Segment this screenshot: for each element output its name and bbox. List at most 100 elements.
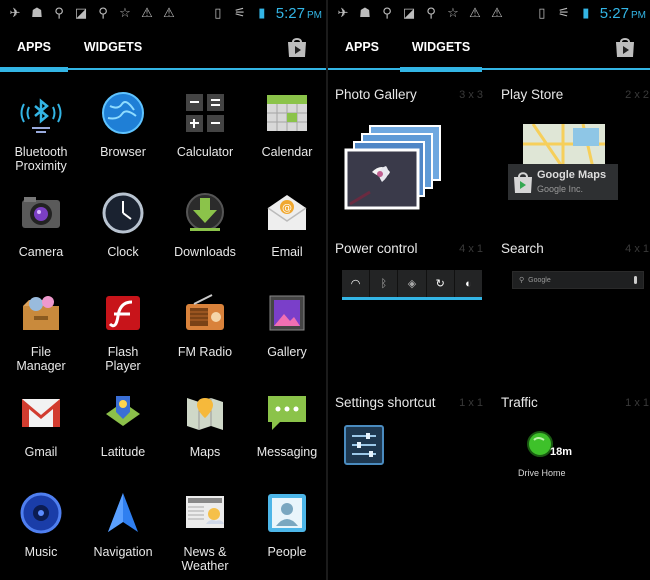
app-music[interactable]: Music xyxy=(0,480,82,576)
star-icon: ☆ xyxy=(447,5,459,20)
bluetooth-icon: ᛒ xyxy=(370,270,399,297)
app-bluetooth-proximity[interactable]: Bluetooth Proximity xyxy=(0,80,82,176)
mic-icon xyxy=(634,276,637,284)
app-news-weather[interactable]: News & Weather xyxy=(164,480,246,576)
app-camera[interactable]: Camera xyxy=(0,180,82,276)
play-store-icon[interactable] xyxy=(612,34,638,60)
app-calendar[interactable]: Calendar xyxy=(246,80,326,176)
settings-sliders-icon xyxy=(344,425,384,465)
app-browser[interactable]: Browser xyxy=(82,80,164,176)
app-clock[interactable]: Clock xyxy=(82,180,164,276)
power-control-bar: ◠ ᛒ ◈ ↻ ◐ xyxy=(342,270,482,300)
radio-icon xyxy=(186,294,224,330)
navigation-arrow-icon xyxy=(108,493,138,532)
widget-title: Search xyxy=(501,241,544,256)
email-icon: @ xyxy=(267,195,307,230)
download-notification-icon: ✈ xyxy=(9,5,21,20)
play-store-bag-icon xyxy=(514,172,532,193)
vibrate-icon: ▯ xyxy=(538,5,546,20)
usb-icon: ⚲ xyxy=(54,5,64,20)
status-bar: ✈ ☗ ⚲ ◪ ⚲ ☆ ⚠ ⚠ ▯ ⚟ ▮ 5:27 PM xyxy=(328,0,650,26)
app-label: Clock xyxy=(107,245,139,259)
messaging-icon xyxy=(268,396,306,430)
app-navigation[interactable]: Navigation xyxy=(82,480,164,576)
battery-icon: ▮ xyxy=(258,5,266,20)
app-label: Calculator xyxy=(176,145,234,159)
warning-icon: ⚠ xyxy=(163,5,175,20)
app-gmail[interactable]: Gmail xyxy=(0,380,82,476)
app-label: Calendar xyxy=(261,145,313,159)
gallery-icon xyxy=(269,295,305,331)
widget-title: Power control xyxy=(335,241,418,256)
app-flash-player[interactable]: Flash Player xyxy=(82,280,164,376)
latitude-icon xyxy=(106,396,140,426)
search-placeholder: Google xyxy=(528,276,551,284)
status-bar: ✈ ☗ ⚲ ◪ ⚲ ☆ ⚠ ⚠ ▯ ⚟ ▮ 5:27 PM xyxy=(0,0,326,26)
status-clock: 5:27 PM xyxy=(275,4,322,22)
app-label: Maps xyxy=(189,445,221,459)
photo-stack-icon xyxy=(344,125,441,210)
maps-preview-icon xyxy=(523,124,605,168)
tab-widgets[interactable]: WIDGETS xyxy=(72,26,154,70)
android-notification-icon: ☗ xyxy=(31,5,43,20)
music-icon xyxy=(20,492,62,534)
sim-icon: ◪ xyxy=(74,5,88,20)
app-label: Navigation xyxy=(93,545,153,559)
widgets-screen: ✈ ☗ ⚲ ◪ ⚲ ☆ ⚠ ⚠ ▯ ⚟ ▮ 5:27 PM APPS WIDGET… xyxy=(328,0,650,580)
flash-player-icon xyxy=(106,296,140,330)
app-label: Camera xyxy=(18,245,64,259)
app-label: Music xyxy=(24,545,58,559)
app-email[interactable]: @ Email xyxy=(246,180,326,276)
calculator-icon xyxy=(186,94,224,132)
usb-debug-icon: ⚲ xyxy=(426,5,436,20)
app-downloads[interactable]: Downloads xyxy=(164,180,246,276)
app-label: Downloads xyxy=(174,245,236,259)
usb-debug-icon: ⚲ xyxy=(98,5,108,20)
vibrate-icon: ▯ xyxy=(214,5,222,20)
app-calculator[interactable]: Calculator xyxy=(164,80,246,176)
widget-size: 3 x 3 xyxy=(459,89,483,101)
app-label: Bluetooth Proximity xyxy=(14,145,68,173)
gps-icon: ◈ xyxy=(398,270,427,297)
tab-apps[interactable]: APPS xyxy=(0,26,68,72)
people-icon xyxy=(268,494,306,532)
card-subtitle: Google Inc. xyxy=(537,184,584,194)
app-label: File Manager xyxy=(16,345,66,373)
app-fm-radio[interactable]: FM Radio xyxy=(164,280,246,376)
traffic-destination: Drive Home xyxy=(518,468,566,478)
bluetooth-proximity-icon xyxy=(20,98,62,133)
maps-icon xyxy=(187,398,223,430)
app-latitude[interactable]: Latitude xyxy=(82,380,164,476)
search-icon: ⚲ xyxy=(519,277,525,284)
app-label: Latitude xyxy=(100,445,146,459)
signal-off-icon: ⚟ xyxy=(233,5,246,20)
app-label: Email xyxy=(271,245,303,259)
clock-icon xyxy=(102,192,144,234)
sim-icon: ◪ xyxy=(402,5,416,20)
warning-icon: ⚠ xyxy=(491,5,503,20)
widget-size: 4 x 1 xyxy=(625,243,649,255)
tab-bar: APPS WIDGETS xyxy=(328,26,650,72)
app-people[interactable]: People xyxy=(246,480,326,576)
news-weather-icon xyxy=(186,496,224,528)
warning-icon: ⚠ xyxy=(469,5,481,20)
play-store-icon[interactable] xyxy=(284,34,310,60)
app-maps[interactable]: Maps xyxy=(164,380,246,476)
app-label: Gallery xyxy=(267,345,307,359)
signal-off-icon: ⚟ xyxy=(557,5,570,20)
gmail-icon xyxy=(22,399,60,427)
app-file-manager[interactable]: File Manager xyxy=(0,280,82,376)
calendar-icon xyxy=(267,95,307,131)
tab-apps[interactable]: APPS xyxy=(328,26,396,70)
apps-screen: ✈ ☗ ⚲ ◪ ⚲ ☆ ⚠ ⚠ ▯ ⚟ ▮ 5:27 PM APPS WIDGET… xyxy=(0,0,326,580)
app-label: Flash Player xyxy=(105,345,141,373)
app-label: People xyxy=(267,545,307,559)
tab-widgets[interactable]: WIDGETS xyxy=(400,26,482,72)
widget-title: Traffic xyxy=(501,395,538,410)
usb-icon: ⚲ xyxy=(382,5,392,20)
app-gallery[interactable]: Gallery xyxy=(246,280,326,376)
app-messaging[interactable]: Messaging xyxy=(246,380,326,476)
app-label: Gmail xyxy=(24,445,58,459)
battery-icon: ▮ xyxy=(582,5,590,20)
warning-icon: ⚠ xyxy=(141,5,153,20)
